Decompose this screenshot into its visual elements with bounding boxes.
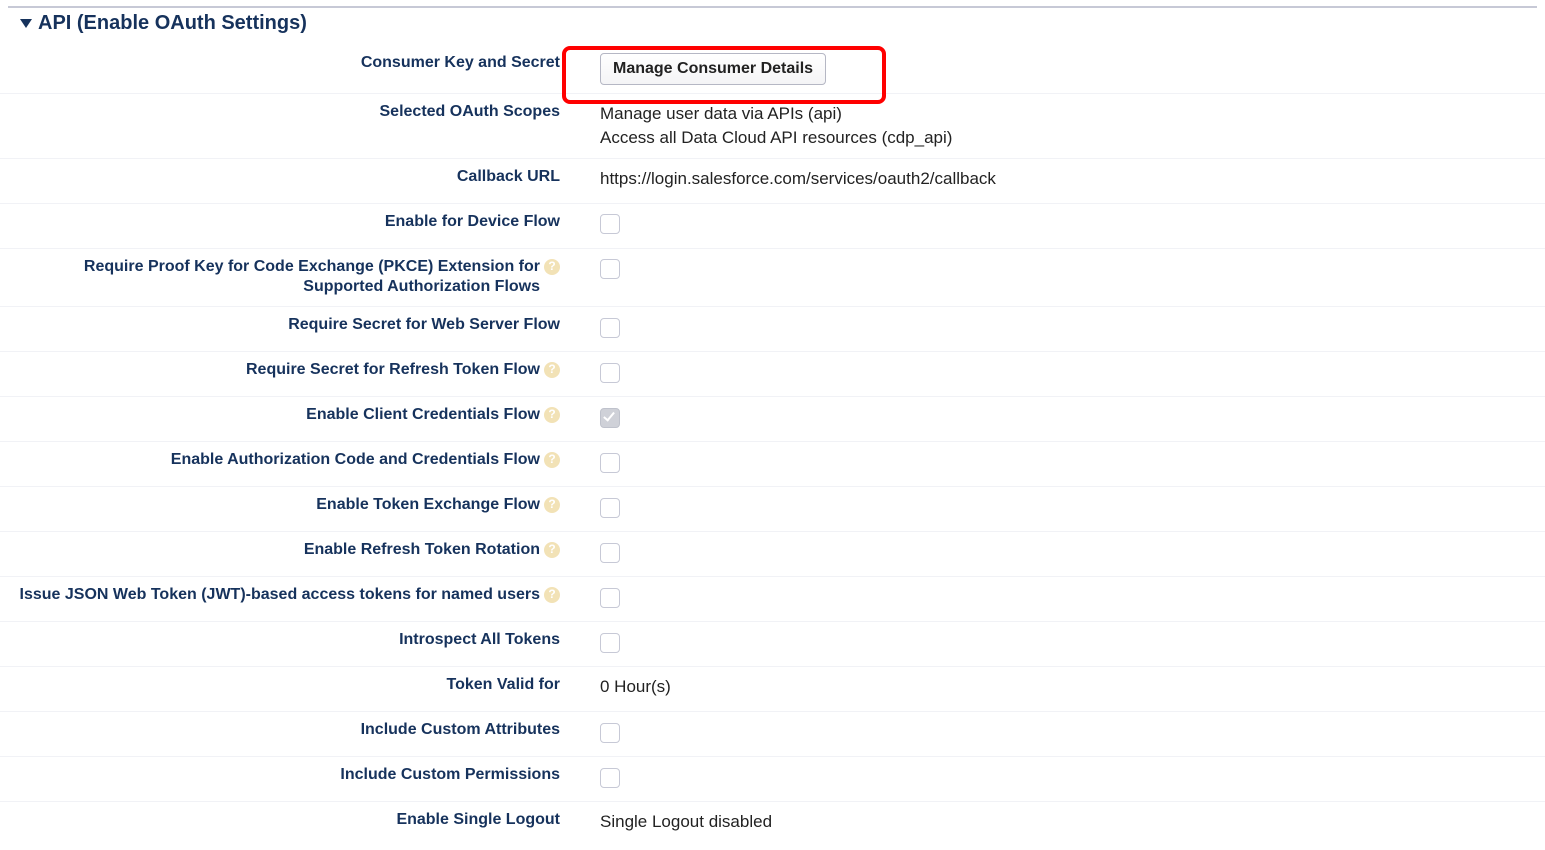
value-oauth-scopes: Manage user data via APIs (api) Access a… xyxy=(572,102,1545,150)
checkbox-token-exchange[interactable] xyxy=(600,498,620,518)
checkbox-device-flow[interactable] xyxy=(600,214,620,234)
label-consumer-key: Consumer Key and Secret xyxy=(0,53,572,74)
chevron-down-icon xyxy=(20,19,32,28)
value-refresh-rotation xyxy=(572,540,1545,564)
label-token-valid: Token Valid for xyxy=(0,675,572,696)
checkbox-custom-attributes[interactable] xyxy=(600,723,620,743)
help-icon[interactable]: ? xyxy=(544,259,560,275)
row-single-logout: Enable Single Logout Single Logout disab… xyxy=(0,802,1545,846)
row-oauth-scopes: Selected OAuth Scopes Manage user data v… xyxy=(0,94,1545,159)
value-auth-code-credentials xyxy=(572,450,1545,474)
row-pkce: Require Proof Key for Code Exchange (PKC… xyxy=(0,249,1545,308)
row-device-flow: Enable for Device Flow xyxy=(0,204,1545,249)
label-device-flow: Enable for Device Flow xyxy=(0,212,572,233)
row-client-credentials: Enable Client Credentials Flow? xyxy=(0,397,1545,442)
label-client-credentials: Enable Client Credentials Flow? xyxy=(0,405,572,426)
row-token-exchange: Enable Token Exchange Flow? xyxy=(0,487,1545,532)
label-callback-url: Callback URL xyxy=(0,167,572,188)
value-secret-refresh xyxy=(572,360,1545,384)
value-token-valid: 0 Hour(s) xyxy=(572,675,1545,699)
value-pkce xyxy=(572,257,1545,281)
row-callback-url: Callback URL https://login.salesforce.co… xyxy=(0,159,1545,204)
row-refresh-rotation: Enable Refresh Token Rotation? xyxy=(0,532,1545,577)
manage-consumer-details-button[interactable]: Manage Consumer Details xyxy=(600,53,826,85)
row-auth-code-credentials: Enable Authorization Code and Credential… xyxy=(0,442,1545,487)
checkbox-secret-web[interactable] xyxy=(600,318,620,338)
label-single-logout: Enable Single Logout xyxy=(0,810,572,831)
label-secret-refresh: Require Secret for Refresh Token Flow? xyxy=(0,360,572,381)
section-title: API (Enable OAuth Settings) xyxy=(38,12,307,35)
help-icon[interactable]: ? xyxy=(544,542,560,558)
row-introspect: Introspect All Tokens xyxy=(0,622,1545,667)
value-custom-attributes xyxy=(572,720,1545,744)
row-secret-web: Require Secret for Web Server Flow xyxy=(0,307,1545,352)
checkbox-secret-refresh[interactable] xyxy=(600,363,620,383)
checkbox-client-credentials[interactable] xyxy=(600,408,620,428)
label-introspect: Introspect All Tokens xyxy=(0,630,572,651)
label-custom-permissions: Include Custom Permissions xyxy=(0,765,572,786)
row-token-valid: Token Valid for 0 Hour(s) xyxy=(0,667,1545,712)
checkbox-custom-permissions[interactable] xyxy=(600,768,620,788)
row-consumer-key: Consumer Key and Secret Manage Consumer … xyxy=(0,45,1545,94)
oauth-scope-2: Access all Data Cloud API resources (cdp… xyxy=(600,126,1545,150)
row-custom-attributes: Include Custom Attributes xyxy=(0,712,1545,757)
label-pkce: Require Proof Key for Code Exchange (PKC… xyxy=(0,257,572,299)
value-custom-permissions xyxy=(572,765,1545,789)
help-icon[interactable]: ? xyxy=(544,407,560,423)
help-icon[interactable]: ? xyxy=(544,497,560,513)
checkbox-refresh-rotation[interactable] xyxy=(600,543,620,563)
help-icon[interactable]: ? xyxy=(544,452,560,468)
label-token-exchange: Enable Token Exchange Flow? xyxy=(0,495,572,516)
label-secret-web: Require Secret for Web Server Flow xyxy=(0,315,572,336)
value-client-credentials xyxy=(572,405,1545,429)
row-jwt: Issue JSON Web Token (JWT)-based access … xyxy=(0,577,1545,622)
help-icon[interactable]: ? xyxy=(544,362,560,378)
label-refresh-rotation: Enable Refresh Token Rotation? xyxy=(0,540,572,561)
row-custom-permissions: Include Custom Permissions xyxy=(0,757,1545,802)
value-device-flow xyxy=(572,212,1545,236)
value-callback-url: https://login.salesforce.com/services/oa… xyxy=(572,167,1545,191)
value-secret-web xyxy=(572,315,1545,339)
checkbox-introspect[interactable] xyxy=(600,633,620,653)
value-introspect xyxy=(572,630,1545,654)
value-token-exchange xyxy=(572,495,1545,519)
label-auth-code-credentials: Enable Authorization Code and Credential… xyxy=(0,450,572,471)
help-icon[interactable]: ? xyxy=(544,587,560,603)
label-jwt: Issue JSON Web Token (JWT)-based access … xyxy=(0,585,572,606)
checkbox-auth-code-credentials[interactable] xyxy=(600,453,620,473)
section-header[interactable]: API (Enable OAuth Settings) xyxy=(0,8,1545,45)
value-single-logout: Single Logout disabled xyxy=(572,810,1545,834)
value-jwt xyxy=(572,585,1545,609)
value-consumer-key: Manage Consumer Details xyxy=(572,53,1545,85)
oauth-scope-1: Manage user data via APIs (api) xyxy=(600,102,1545,126)
label-oauth-scopes: Selected OAuth Scopes xyxy=(0,102,572,123)
label-custom-attributes: Include Custom Attributes xyxy=(0,720,572,741)
row-secret-refresh: Require Secret for Refresh Token Flow? xyxy=(0,352,1545,397)
checkbox-jwt[interactable] xyxy=(600,588,620,608)
checkbox-pkce[interactable] xyxy=(600,259,620,279)
